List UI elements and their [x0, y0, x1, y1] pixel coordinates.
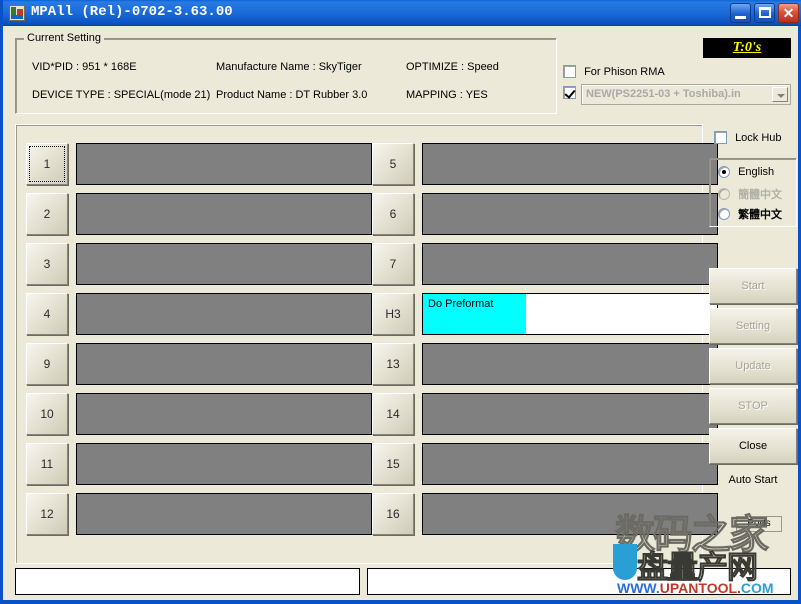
- slot-status-bar-3: [76, 243, 372, 285]
- slot-button-7[interactable]: 7: [372, 243, 414, 285]
- for-phison-rma-label: For Phison RMA: [584, 66, 665, 78]
- slot-progress-text-H3: Do Preformat: [428, 298, 493, 310]
- language-label-english: English: [738, 166, 774, 178]
- field-manufacture-name: Manufacture Name : SkyTiger: [216, 61, 362, 73]
- radio-icon: [718, 208, 730, 220]
- slot-status-bar-14: [422, 393, 718, 435]
- ini-enable-checkbox[interactable]: [563, 86, 576, 99]
- slot-status-bar-11: [76, 443, 372, 485]
- ini-file-value: NEW(PS2251-03 + Toshiba).in: [586, 88, 764, 100]
- slot-button-16[interactable]: 16: [372, 493, 414, 535]
- test-counter-display: T:0's: [703, 38, 791, 58]
- slot-status-bar-4: [76, 293, 372, 335]
- close-window-button[interactable]: ✕: [778, 3, 799, 23]
- slot-button-H3[interactable]: H3: [372, 293, 414, 335]
- language-radio-traditional-chinese[interactable]: 繁體中文: [718, 206, 782, 222]
- field-vid-pid: VID*PID : 951 * 168E: [32, 61, 137, 73]
- slot-button-15[interactable]: 15: [372, 443, 414, 485]
- slot-status-bar-10: [76, 393, 372, 435]
- slot-status-bar-5: [422, 143, 718, 185]
- slot-status-bar-7: [422, 243, 718, 285]
- app-icon: [9, 5, 25, 21]
- status-bar-left: [15, 568, 360, 595]
- slot-button-5[interactable]: 5: [372, 143, 414, 185]
- minimize-icon: [735, 16, 746, 19]
- close-icon: ✕: [779, 4, 798, 22]
- language-group: English 簡體中文 繁體中文: [709, 158, 797, 227]
- current-setting-label: Current Setting: [24, 32, 104, 44]
- slot-status-bar-13: [422, 343, 718, 385]
- stop-button[interactable]: STOP: [709, 388, 797, 424]
- auto-start-label: Auto Start: [709, 474, 797, 486]
- lock-hub-checkbox[interactable]: Lock Hub: [714, 131, 782, 144]
- slot-status-bar-6: [422, 193, 718, 235]
- language-radio-english[interactable]: English: [718, 166, 774, 178]
- checkbox-icon: [563, 65, 576, 78]
- maximize-icon: [759, 7, 771, 18]
- slot-button-4[interactable]: 4: [26, 293, 68, 335]
- slot-button-11[interactable]: 11: [26, 443, 68, 485]
- ports-button[interactable]: Ports: [736, 516, 782, 532]
- current-setting-group: Current Setting VID*PID : 951 * 168E Man…: [15, 38, 557, 114]
- slot-status-bar-12: [76, 493, 372, 535]
- slot-status-bar-2: [76, 193, 372, 235]
- slot-status-bar-9: [76, 343, 372, 385]
- slot-progress-H3: Do Preformat: [423, 294, 526, 334]
- language-label-simplified-chinese: 簡體中文: [738, 186, 782, 202]
- slot-button-14[interactable]: 14: [372, 393, 414, 435]
- setting-button[interactable]: Setting: [709, 308, 797, 344]
- status-bar-right: [367, 568, 791, 595]
- radio-icon: [718, 166, 730, 178]
- update-button[interactable]: Update: [709, 348, 797, 384]
- close-button[interactable]: Close: [709, 428, 797, 464]
- radio-icon: [718, 188, 730, 200]
- slot-button-13[interactable]: 13: [372, 343, 414, 385]
- chevron-down-icon[interactable]: [772, 87, 788, 102]
- slot-button-9[interactable]: 9: [26, 343, 68, 385]
- slot-button-6[interactable]: 6: [372, 193, 414, 235]
- slot-status-bar-1: [76, 143, 372, 185]
- slot-panel: 12349101112 567H3Do Preformat13141516: [15, 124, 703, 564]
- slot-button-3[interactable]: 3: [26, 243, 68, 285]
- ini-file-dropdown[interactable]: NEW(PS2251-03 + Toshiba).in: [581, 84, 791, 105]
- field-product-name: Product Name : DT Rubber 3.0: [216, 89, 367, 101]
- maximize-button[interactable]: [754, 3, 775, 23]
- slot-button-1[interactable]: 1: [26, 143, 68, 185]
- slot-status-bar-H3: Do Preformat: [422, 293, 718, 335]
- slot-status-bar-15: [422, 443, 718, 485]
- slot-button-2[interactable]: 2: [26, 193, 68, 235]
- checkbox-icon: [714, 131, 727, 144]
- slot-button-12[interactable]: 12: [26, 493, 68, 535]
- window-title: MPAll (Rel)-0702-3.63.00: [31, 4, 233, 20]
- start-button[interactable]: Start: [709, 268, 797, 304]
- slot-status-bar-16: [422, 493, 718, 535]
- field-optimize: OPTIMIZE : Speed: [406, 61, 499, 73]
- field-device-type: DEVICE TYPE : SPECIAL(mode 21): [32, 89, 210, 101]
- field-mapping: MAPPING : YES: [406, 89, 488, 101]
- slot-button-10[interactable]: 10: [26, 393, 68, 435]
- minimize-button[interactable]: [730, 3, 751, 23]
- title-bar: MPAll (Rel)-0702-3.63.00 ✕: [3, 0, 801, 26]
- lock-hub-label: Lock Hub: [735, 132, 781, 144]
- main-window: MPAll (Rel)-0702-3.63.00 ✕ Current Setti…: [0, 0, 801, 604]
- for-phison-rma-checkbox[interactable]: For Phison RMA: [563, 65, 665, 78]
- language-radio-simplified-chinese: 簡體中文: [718, 186, 782, 202]
- language-label-traditional-chinese: 繁體中文: [738, 206, 782, 222]
- checkbox-icon: [563, 86, 576, 99]
